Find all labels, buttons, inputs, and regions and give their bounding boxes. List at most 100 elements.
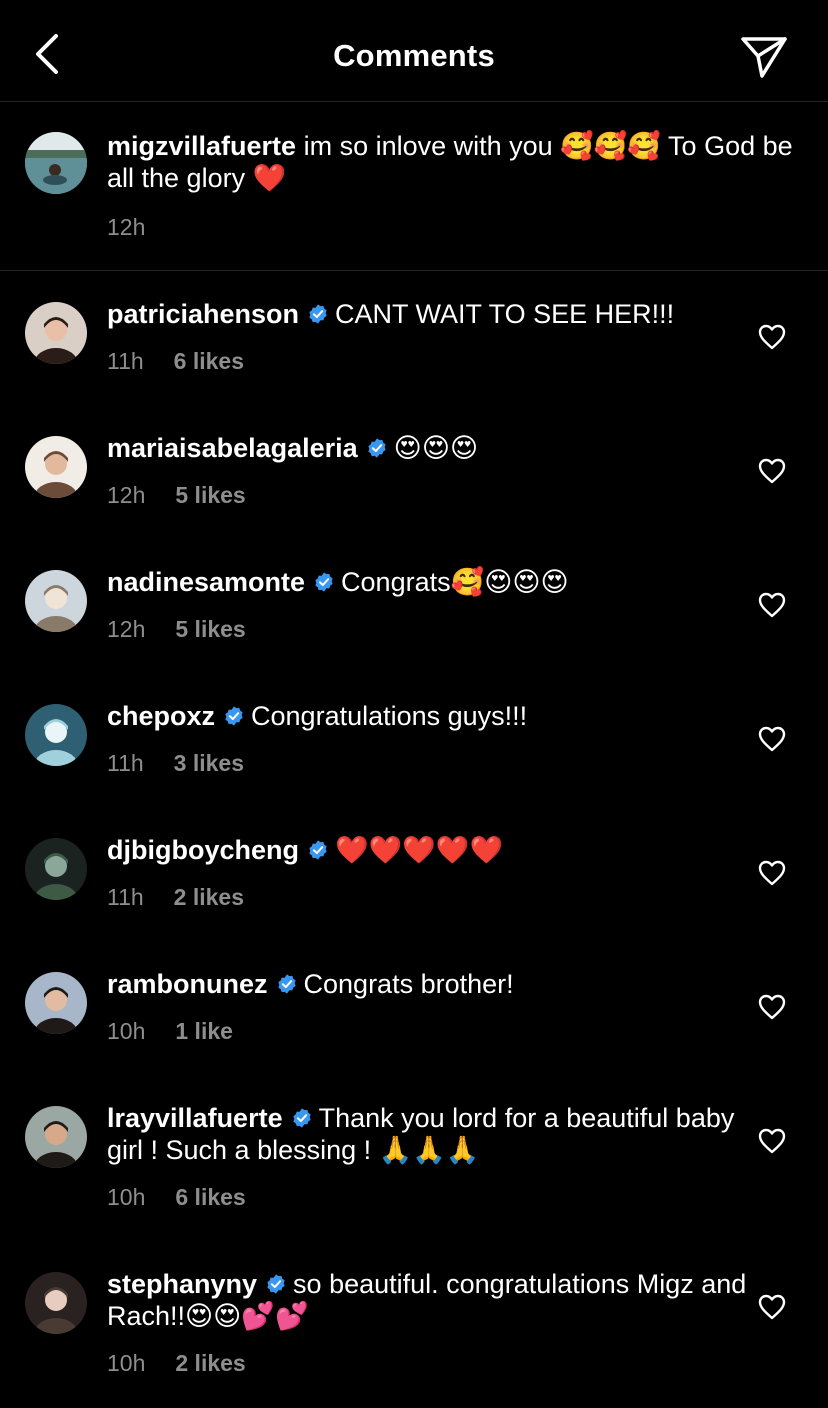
avatar[interactable]	[25, 704, 87, 766]
comment-meta: 10h 2 likes	[107, 1350, 246, 1377]
comment-row: stephanyny so beautiful. congratulations …	[0, 1258, 828, 1408]
comment-text: Congratulations guys!!!	[251, 701, 528, 731]
comment-meta: 11h 2 likes	[107, 884, 244, 911]
like-button[interactable]	[758, 860, 786, 886]
avatar[interactable]	[25, 1106, 87, 1168]
heart-outline-icon	[758, 592, 786, 618]
like-button[interactable]	[758, 994, 786, 1020]
comment-username[interactable]: djbigboycheng	[107, 835, 299, 865]
avatar-image	[25, 838, 87, 900]
comment-row: chepoxz Congratulations guys!!! 11h 3 likes	[0, 690, 828, 810]
comment-likes-count[interactable]: 1 like	[175, 1018, 233, 1044]
heart-outline-icon	[758, 994, 786, 1020]
comment-body: patriciahenson CANT WAIT TO SEE HER!!!	[107, 298, 747, 330]
comment-likes-count[interactable]: 6 likes	[175, 1184, 245, 1210]
comment-meta: 12h 5 likes	[107, 482, 246, 509]
comment-likes-count[interactable]: 5 likes	[175, 616, 245, 642]
comment-likes-count[interactable]: 3 likes	[174, 750, 244, 776]
comment-timestamp: 11h	[107, 884, 144, 910]
comment-username[interactable]: rambonunez	[107, 969, 268, 999]
verified-badge-icon	[292, 1108, 311, 1128]
comment-timestamp: 10h	[107, 1018, 146, 1044]
heart-outline-icon	[758, 458, 786, 484]
comment-text: CANT WAIT TO SEE HER!!!	[335, 299, 675, 329]
paper-plane-icon	[741, 37, 787, 78]
comment-row: nadinesamonte Congrats🥰😍😍😍 12h 5 likes	[0, 556, 828, 676]
caption-text: migzvillafuerte im so inlove with you 🥰🥰…	[107, 130, 797, 194]
comment-body: rambonunez Congrats brother!	[107, 968, 747, 1000]
comment-row: mariaisabelagaleria 😍😍😍 12h 5 likes	[0, 422, 828, 542]
heart-outline-icon	[758, 324, 786, 350]
comment-meta: 10h 6 likes	[107, 1184, 246, 1211]
page-title: Comments	[333, 38, 495, 73]
comment-body: nadinesamonte Congrats🥰😍😍😍	[107, 566, 747, 598]
avatar[interactable]	[25, 132, 87, 194]
comment-timestamp: 11h	[107, 348, 144, 374]
heart-outline-icon	[758, 1128, 786, 1154]
comment-username[interactable]: chepoxz	[107, 701, 215, 731]
comment-likes-count[interactable]: 5 likes	[175, 482, 245, 508]
avatar-image	[25, 1106, 87, 1168]
comment-body: mariaisabelagaleria 😍😍😍	[107, 432, 747, 464]
caption-timestamp: 12h	[107, 214, 146, 240]
comment-meta: 10h 1 like	[107, 1018, 233, 1045]
post-caption: migzvillafuerte im so inlove with you 🥰🥰…	[0, 102, 828, 271]
verified-badge-icon	[315, 572, 333, 592]
comments-header: Comments	[0, 0, 828, 102]
heart-outline-icon	[758, 860, 786, 886]
comment-meta: 12h 5 likes	[107, 616, 246, 643]
verified-badge-icon	[309, 840, 327, 860]
share-button[interactable]	[738, 32, 790, 80]
avatar-image	[25, 704, 87, 766]
verified-badge-icon	[309, 304, 327, 324]
avatar[interactable]	[25, 1272, 87, 1334]
comment-timestamp: 10h	[107, 1350, 146, 1376]
comment-timestamp: 11h	[107, 750, 144, 776]
avatar[interactable]	[25, 436, 87, 498]
comment-username[interactable]: nadinesamonte	[107, 567, 305, 597]
verified-badge-icon	[225, 706, 243, 726]
avatar-image	[25, 302, 87, 364]
heart-outline-icon	[758, 1294, 786, 1320]
avatar-image	[25, 132, 87, 194]
avatar[interactable]	[25, 570, 87, 632]
comment-likes-count[interactable]: 6 likes	[174, 348, 244, 374]
comment-row: djbigboycheng ❤️❤️❤️❤️❤️ 11h 2 likes	[0, 824, 828, 944]
avatar[interactable]	[25, 972, 87, 1034]
like-button[interactable]	[758, 1294, 786, 1320]
comment-timestamp: 12h	[107, 616, 146, 642]
comment-body: stephanyny so beautiful. congratulations …	[107, 1268, 747, 1332]
comment-likes-count[interactable]: 2 likes	[174, 884, 244, 910]
heart-outline-icon	[758, 726, 786, 752]
comment-username[interactable]: mariaisabelagaleria	[107, 433, 358, 463]
comment-row: patriciahenson CANT WAIT TO SEE HER!!! 11h…	[0, 288, 828, 408]
comment-username[interactable]: patriciahenson	[107, 299, 299, 329]
comment-text: Congrats brother!	[303, 969, 514, 999]
caption-username[interactable]: migzvillafuerte	[107, 131, 296, 161]
verified-badge-icon	[277, 974, 296, 994]
comment-meta: 11h 3 likes	[107, 750, 244, 777]
comment-body: djbigboycheng ❤️❤️❤️❤️❤️	[107, 834, 747, 866]
comment-text: ❤️❤️❤️❤️❤️	[335, 835, 504, 865]
avatar-image	[25, 436, 87, 498]
comment-body: chepoxz Congratulations guys!!!	[107, 700, 747, 732]
comment-text: Congrats🥰😍😍😍	[341, 567, 569, 597]
avatar-image	[25, 570, 87, 632]
avatar[interactable]	[25, 302, 87, 364]
comment-username[interactable]: lrayvillafuerte	[107, 1103, 283, 1133]
comment-row: rambonunez Congrats brother! 10h 1 like	[0, 958, 828, 1078]
avatar[interactable]	[25, 838, 87, 900]
comment-row: lrayvillafuerte Thank you lord for a beau…	[0, 1092, 828, 1242]
like-button[interactable]	[758, 726, 786, 752]
comment-body: lrayvillafuerte Thank you lord for a beau…	[107, 1102, 747, 1166]
comment-timestamp: 10h	[107, 1184, 146, 1210]
like-button[interactable]	[758, 592, 786, 618]
comment-username[interactable]: stephanyny	[107, 1269, 257, 1299]
comment-text: 😍😍😍	[393, 433, 479, 463]
comment-likes-count[interactable]: 2 likes	[175, 1350, 245, 1376]
like-button[interactable]	[758, 324, 786, 350]
like-button[interactable]	[758, 458, 786, 484]
avatar-image	[25, 972, 87, 1034]
like-button[interactable]	[758, 1128, 786, 1154]
verified-badge-icon	[368, 438, 386, 458]
